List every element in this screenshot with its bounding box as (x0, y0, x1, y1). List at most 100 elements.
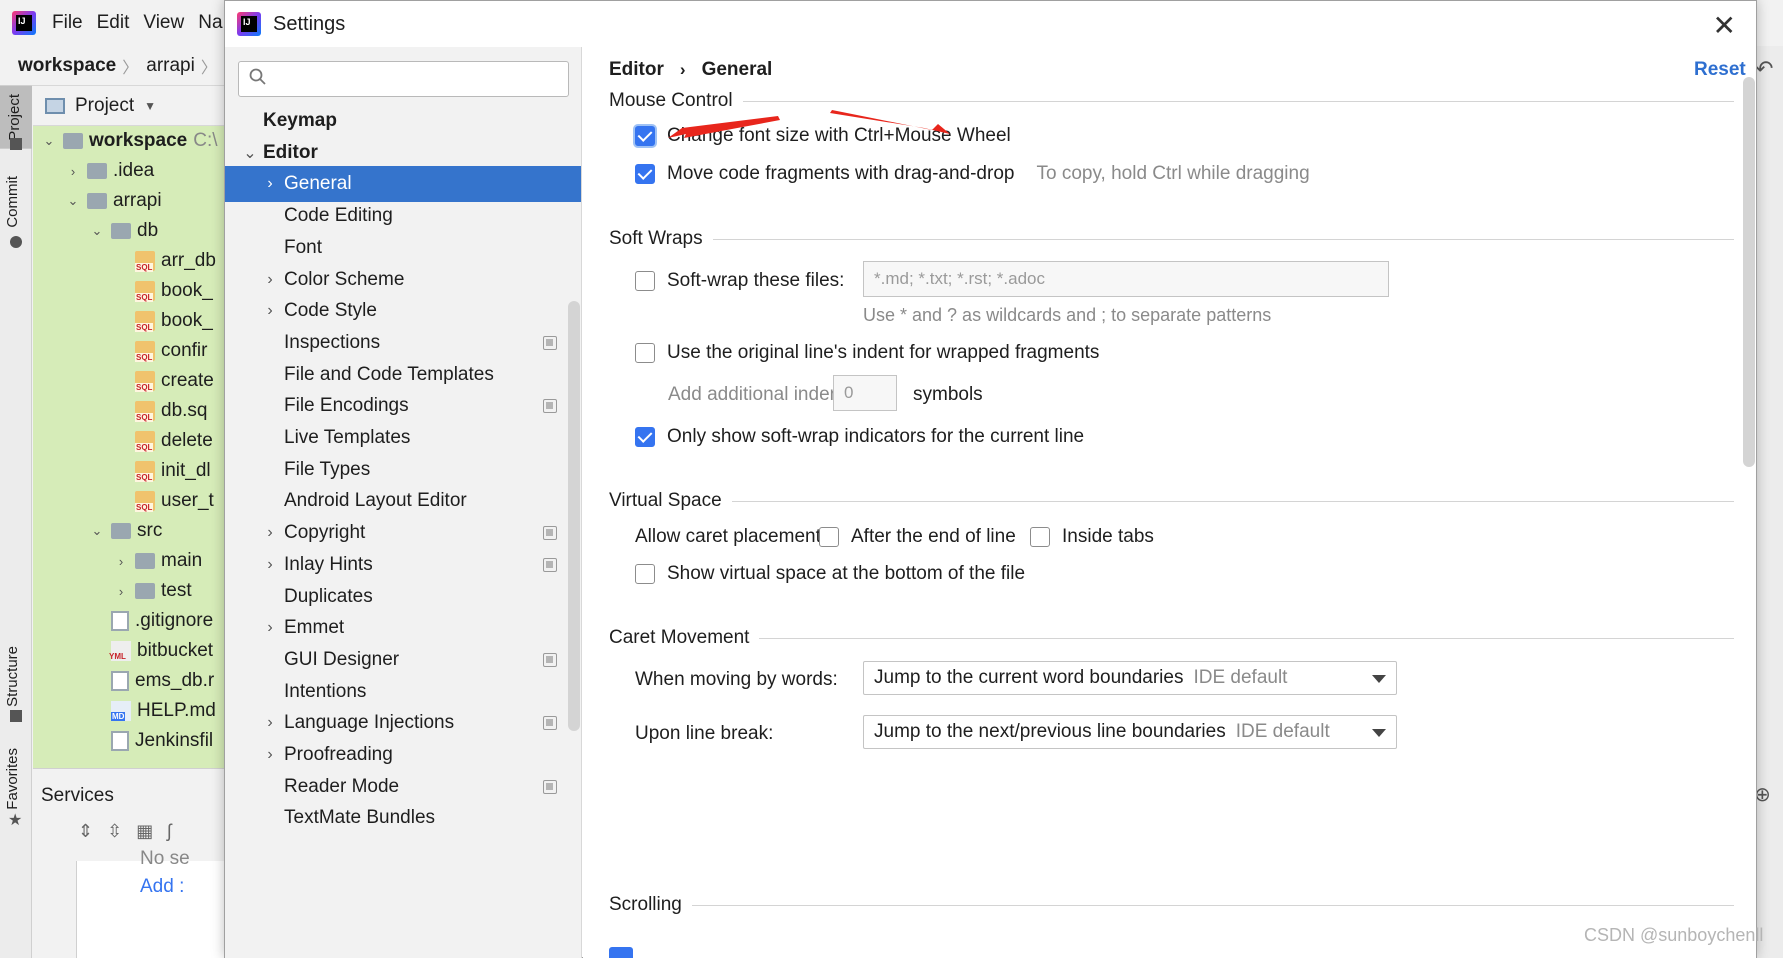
chevron-right-icon[interactable]: › (263, 556, 277, 574)
project-tree-item[interactable]: HELP.md (33, 696, 231, 726)
undo-icon[interactable]: ↶ (1755, 56, 1773, 82)
soft-wrap-files-checkbox[interactable] (635, 271, 655, 291)
chevron-down-icon[interactable]: ▼ (144, 99, 156, 113)
settings-nav-proofreading[interactable]: › Proofreading (225, 737, 581, 773)
virtual-bottom-checkbox[interactable] (635, 564, 655, 584)
change-font-size-option[interactable]: Change font size with Ctrl+Mouse Wheel (635, 125, 1011, 147)
filter-icon[interactable]: ʃ (167, 821, 171, 842)
project-tree-item[interactable]: › main (33, 546, 231, 576)
sidebar-scrollbar[interactable] (568, 301, 580, 731)
settings-nav-file-types[interactable]: File Types (225, 452, 581, 488)
project-tree-item[interactable]: .gitignore (33, 606, 231, 636)
project-tree-item[interactable]: delete (33, 426, 231, 456)
menu-file[interactable]: File (52, 12, 83, 34)
chevron-down-icon[interactable] (1372, 729, 1386, 737)
menu-edit[interactable]: Edit (97, 12, 130, 34)
settings-nav-textmate-bundles[interactable]: TextMate Bundles (225, 800, 581, 836)
virtual-bottom-option[interactable]: Show virtual space at the bottom of the … (635, 563, 1025, 585)
chevron-down-icon[interactable]: ⌄ (91, 223, 103, 239)
moving-words-dropdown[interactable]: Jump to the current word boundaries IDE … (863, 661, 1397, 695)
project-tree-item[interactable]: Jenkinsfil (33, 726, 231, 756)
settings-nav-intentions[interactable]: Intentions (225, 674, 581, 710)
settings-nav-inlay-hints[interactable]: › Inlay Hints (225, 547, 581, 583)
settings-nav-code-editing[interactable]: Code Editing (225, 198, 581, 234)
chevron-right-icon[interactable]: › (67, 164, 79, 179)
settings-nav-font[interactable]: Font (225, 230, 581, 266)
settings-nav-copyright[interactable]: › Copyright (225, 515, 581, 551)
close-icon[interactable]: ✕ (1713, 9, 1736, 42)
settings-nav-editor[interactable]: ⌄ Editor (225, 135, 581, 171)
after-end-checkbox[interactable] (819, 527, 839, 547)
chevron-right-icon[interactable]: › (263, 524, 277, 542)
collapse-all-icon[interactable]: ⇳ (107, 821, 122, 842)
soft-wrap-files-option[interactable]: Soft-wrap these files: (635, 270, 844, 292)
project-tree-item[interactable]: user_t (33, 486, 231, 516)
settings-nav-duplicates[interactable]: Duplicates (225, 579, 581, 615)
scrolling-checkbox-partial[interactable] (609, 947, 633, 958)
chevron-right-icon[interactable]: › (115, 554, 127, 569)
settings-nav-gui-designer[interactable]: GUI Designer (225, 642, 581, 678)
search-input[interactable] (279, 66, 559, 92)
menu-view[interactable]: View (143, 12, 184, 34)
chevron-right-icon[interactable]: › (263, 175, 277, 193)
change-font-size-checkbox[interactable] (635, 126, 655, 146)
tool-tab-commit[interactable]: Commit (4, 176, 21, 228)
settings-nav-inspections[interactable]: Inspections (225, 325, 581, 361)
settings-search[interactable] (238, 61, 569, 97)
original-indent-checkbox[interactable] (635, 343, 655, 363)
project-panel-header[interactable]: Project ▼ (33, 86, 231, 126)
project-tree-item[interactable]: create (33, 366, 231, 396)
tool-tab-structure[interactable]: Structure (4, 646, 21, 707)
chevron-down-icon[interactable]: ⌄ (243, 143, 257, 163)
chevron-right-icon[interactable]: › (115, 584, 127, 599)
chevron-down-icon[interactable]: ⌄ (43, 133, 55, 149)
drag-drop-option[interactable]: Move code fragments with drag-and-drop T… (635, 163, 1310, 185)
expand-all-icon[interactable]: ⇕ (78, 821, 93, 842)
group-by-icon[interactable]: ▦ (136, 821, 153, 842)
original-indent-option[interactable]: Use the original line's indent for wrapp… (635, 342, 1099, 364)
indicators-current-option[interactable]: Only show soft-wrap indicators for the c… (635, 426, 1084, 448)
services-add-link[interactable]: Add : (140, 876, 184, 898)
content-scrollbar[interactable] (1743, 77, 1755, 467)
project-tree-item[interactable]: init_dl (33, 456, 231, 486)
project-tree-item[interactable]: book_ (33, 276, 231, 306)
project-tree-item[interactable]: › .idea (33, 156, 231, 186)
nav-crumb-arrapi[interactable]: arrapi (138, 55, 195, 77)
project-tree-item[interactable]: ems_db.r (33, 666, 231, 696)
soft-wrap-patterns-field[interactable]: *.md; *.txt; *.rst; *.adoc (863, 261, 1389, 297)
settings-nav-file-and-code-templates[interactable]: File and Code Templates (225, 357, 581, 393)
settings-nav-code-style[interactable]: › Code Style (225, 293, 581, 329)
project-tree-item[interactable]: ⌄ db (33, 216, 231, 246)
settings-nav-file-encodings[interactable]: File Encodings (225, 388, 581, 424)
project-tree-item[interactable]: ⌄ src (33, 516, 231, 546)
settings-nav-color-scheme[interactable]: › Color Scheme (225, 262, 581, 298)
settings-nav-emmet[interactable]: › Emmet (225, 610, 581, 646)
settings-nav-keymap[interactable]: Keymap (225, 103, 581, 139)
drag-drop-checkbox[interactable] (635, 164, 655, 184)
chevron-down-icon[interactable]: ⌄ (67, 193, 79, 209)
project-tree-item[interactable]: ⌄ workspace C:\ (33, 126, 231, 156)
line-break-dropdown[interactable]: Jump to the next/previous line boundarie… (863, 715, 1397, 749)
chevron-right-icon[interactable]: › (263, 714, 277, 732)
chevron-down-icon[interactable] (1372, 675, 1386, 683)
tool-tab-favorites[interactable]: Favorites (4, 748, 21, 810)
project-tree-item[interactable]: ⌄ arrapi (33, 186, 231, 216)
chevron-down-icon[interactable]: ⌄ (91, 523, 103, 539)
chevron-right-icon[interactable]: › (263, 746, 277, 764)
menu-navigate[interactable]: Na (198, 12, 222, 34)
settings-nav-live-templates[interactable]: Live Templates (225, 420, 581, 456)
settings-nav-reader-mode[interactable]: Reader Mode (225, 769, 581, 805)
settings-nav-general[interactable]: › General (225, 166, 581, 203)
reset-link[interactable]: Reset (1694, 59, 1746, 81)
after-end-option[interactable]: After the end of line (819, 526, 1016, 548)
project-tree-item[interactable]: book_ (33, 306, 231, 336)
settings-nav-language-injections[interactable]: › Language Injections (225, 705, 581, 741)
chevron-right-icon[interactable]: › (263, 619, 277, 637)
nav-crumb-workspace[interactable]: workspace (0, 55, 116, 77)
inside-tabs-checkbox[interactable] (1030, 527, 1050, 547)
project-tree-item[interactable]: arr_db (33, 246, 231, 276)
chevron-right-icon[interactable]: › (263, 271, 277, 289)
project-tree-item[interactable]: confir (33, 336, 231, 366)
additional-indent-field[interactable]: 0 (833, 375, 897, 411)
chevron-right-icon[interactable]: › (263, 302, 277, 320)
